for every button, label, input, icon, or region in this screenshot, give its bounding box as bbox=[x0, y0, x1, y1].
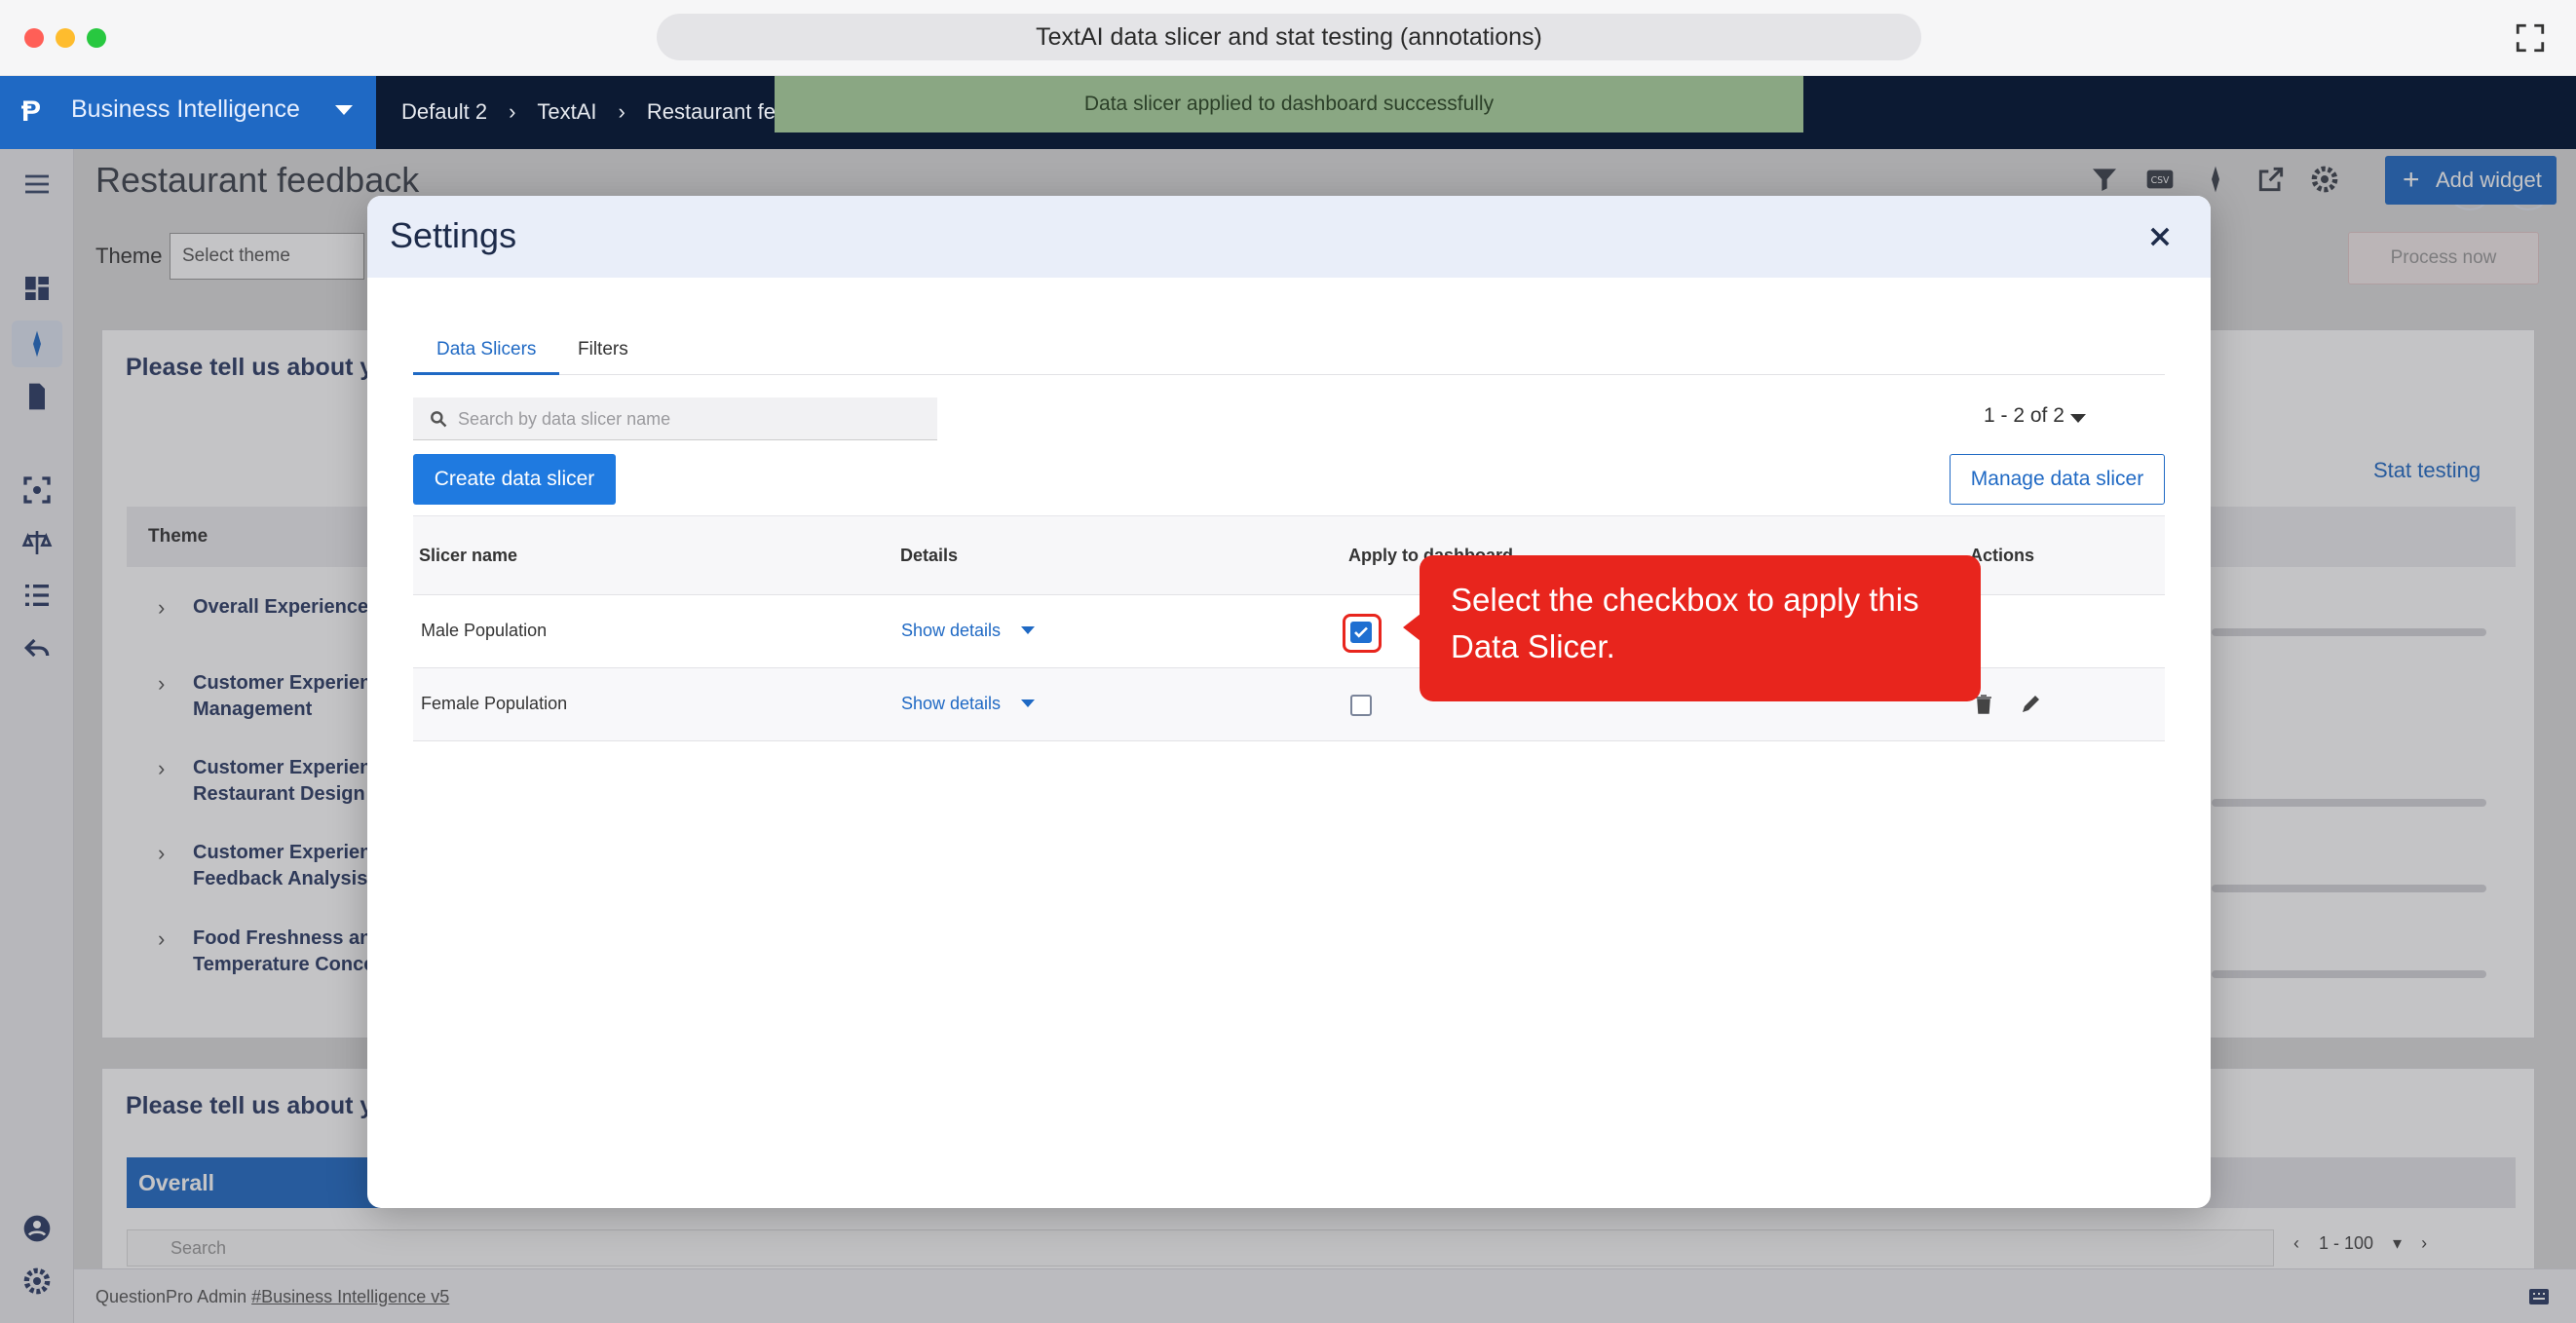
show-details-link[interactable]: Show details bbox=[901, 621, 1001, 641]
fullscreen-icon[interactable] bbox=[2514, 21, 2547, 55]
show-details-link[interactable]: Show details bbox=[901, 694, 1001, 714]
modal-title: Settings bbox=[390, 215, 517, 255]
product-switcher[interactable]: Ᵽ Business Intelligence bbox=[0, 76, 376, 149]
product-name: Business Intelligence bbox=[71, 95, 300, 123]
highlight-ring bbox=[1343, 614, 1382, 653]
annotation-callout: Select the checkbox to apply this Data S… bbox=[1420, 555, 1981, 701]
column-header: Details bbox=[900, 546, 959, 565]
slicer-name: Male Population bbox=[421, 621, 548, 640]
close-window-button[interactable] bbox=[24, 28, 44, 48]
caret-down-icon[interactable] bbox=[2070, 414, 2086, 423]
slicer-name: Female Population bbox=[421, 694, 568, 713]
caret-down-icon bbox=[335, 105, 353, 115]
close-icon[interactable] bbox=[2146, 223, 2174, 250]
caret-down-icon[interactable] bbox=[1021, 626, 1035, 634]
edit-pencil-icon[interactable] bbox=[2019, 693, 2042, 716]
breadcrumb-item[interactable]: Restaurant fee bbox=[647, 99, 787, 125]
window-titlebar: TextAI data slicer and stat testing (ann… bbox=[0, 0, 2576, 76]
callout-pointer bbox=[1403, 614, 1421, 641]
window-title: TextAI data slicer and stat testing (ann… bbox=[657, 14, 1921, 60]
minimize-window-button[interactable] bbox=[56, 28, 75, 48]
search-icon bbox=[431, 411, 447, 428]
maximize-window-button[interactable] bbox=[87, 28, 106, 48]
caret-down-icon[interactable] bbox=[1021, 699, 1035, 707]
modal-tabs: Data Slicers Filters bbox=[413, 330, 2165, 375]
success-toast: Data slicer applied to dashboard success… bbox=[775, 76, 1803, 132]
search-placeholder: Search by data slicer name bbox=[458, 409, 671, 429]
modal-header: Settings bbox=[367, 196, 2211, 278]
breadcrumb-item[interactable]: Default 2 bbox=[401, 99, 487, 125]
settings-modal: Settings Data Slicers Filters Search by … bbox=[367, 196, 2211, 1208]
create-data-slicer-button[interactable]: Create data slicer bbox=[413, 454, 616, 505]
tab-filters[interactable]: Filters bbox=[554, 330, 652, 375]
questionpro-logo-icon: Ᵽ bbox=[21, 95, 42, 128]
chevron-right-icon: › bbox=[618, 99, 625, 124]
pager-label[interactable]: 1 - 2 of 2 bbox=[1984, 404, 2065, 428]
breadcrumb: Default 2 › TextAI › Restaurant fee bbox=[401, 99, 787, 125]
column-header: Slicer name bbox=[419, 546, 518, 565]
manage-data-slicer-button[interactable]: Manage data slicer bbox=[1950, 454, 2165, 505]
tab-data-slicers[interactable]: Data Slicers bbox=[413, 330, 560, 375]
slicer-search-input[interactable]: Search by data slicer name bbox=[413, 397, 937, 440]
chevron-right-icon: › bbox=[509, 99, 516, 124]
apply-to-dashboard-checkbox[interactable] bbox=[1350, 695, 1372, 716]
breadcrumb-item[interactable]: TextAI bbox=[537, 99, 596, 125]
